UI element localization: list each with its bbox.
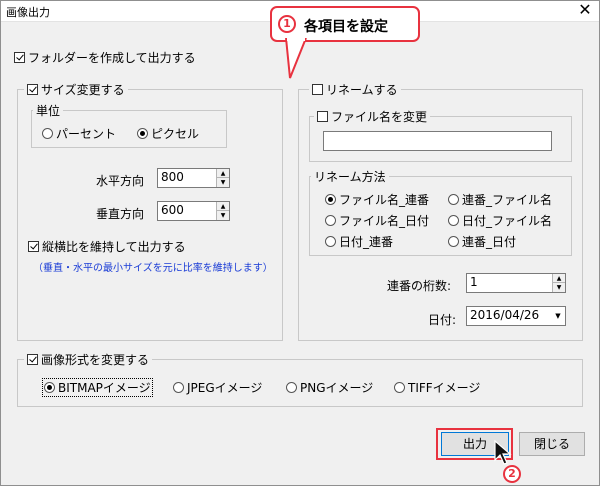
pixel-label: ピクセル <box>151 127 200 141</box>
check-icon <box>27 84 38 95</box>
filename-checkbox[interactable]: ファイル名を変更 <box>314 108 431 125</box>
unit-label: 単位 <box>33 102 64 119</box>
spin-down-icon[interactable]: ▼ <box>217 178 229 187</box>
rename-method-label: リネーム方法 <box>311 168 389 185</box>
format-checkbox[interactable]: 画像形式を変更する <box>24 351 153 368</box>
radio-icon <box>325 215 336 226</box>
option-label: BITMAPイメージ <box>58 381 151 395</box>
option-label: ファイル名_日付 <box>339 214 430 228</box>
resize-label: サイズ変更する <box>41 83 125 97</box>
format-option-jpeg[interactable]: JPEGイメージ <box>173 379 262 396</box>
radio-icon <box>42 128 53 139</box>
horizontal-spinner[interactable]: ▲ ▼ <box>216 169 229 187</box>
spin-up-icon[interactable]: ▲ <box>217 202 229 211</box>
rename-label: リネームする <box>326 83 398 97</box>
digits-label: 連番の桁数: <box>387 279 452 293</box>
horizontal-label: 水平方向 <box>96 174 145 188</box>
keep-ratio-label: 縦横比を維持して出力する <box>42 240 186 254</box>
rename-option-seq-date[interactable]: 連番_日付 <box>448 233 516 250</box>
rename-option-seq-filename[interactable]: 連番_ファイル名 <box>448 191 552 208</box>
horizontal-value: 800 <box>161 170 184 184</box>
check-icon <box>27 354 38 365</box>
option-label: JPEGイメージ <box>187 381 263 395</box>
vertical-value: 600 <box>161 203 184 217</box>
option-label: PNGイメージ <box>300 381 374 395</box>
radio-icon <box>448 215 459 226</box>
checkbox-icon <box>312 84 323 95</box>
filename-input[interactable] <box>323 131 552 151</box>
radio-selected-icon <box>325 194 336 205</box>
mouse-cursor-icon <box>494 440 512 465</box>
percent-label: パーセント <box>56 127 117 141</box>
date-value: 2016/04/26 <box>470 308 540 322</box>
keep-ratio-checkbox[interactable]: 縦横比を維持して出力する <box>28 238 186 255</box>
resize-checkbox[interactable]: サイズ変更する <box>24 81 128 98</box>
step1-number: 1 <box>278 15 296 33</box>
callout-text: 各項目を設定 <box>304 19 388 35</box>
rename-option-date-filename[interactable]: 日付_ファイル名 <box>448 212 552 229</box>
chevron-down-icon[interactable]: ▼ <box>551 307 565 325</box>
window-title: 画像出力 <box>6 6 50 19</box>
horizontal-input[interactable]: 800 ▲ ▼ <box>157 168 230 188</box>
digits-spinner[interactable]: ▲ ▼ <box>552 274 565 292</box>
format-label: 画像形式を変更する <box>41 353 150 367</box>
vertical-label: 垂直方向 <box>96 207 145 221</box>
create-folder-label: フォルダーを作成して出力する <box>28 51 196 65</box>
radio-icon <box>325 236 336 247</box>
digits-input[interactable]: 1 ▲ ▼ <box>466 273 566 293</box>
rename-option-filename-seq[interactable]: ファイル名_連番 <box>325 191 429 208</box>
check-icon <box>28 241 39 252</box>
unit-pixel-radio[interactable]: ピクセル <box>137 125 199 142</box>
close-icon[interactable]: ✕ <box>576 1 594 19</box>
spin-down-icon[interactable]: ▼ <box>553 283 565 292</box>
callout-step1: 1 各項目を設定 <box>270 6 420 42</box>
radio-icon <box>394 382 405 393</box>
radio-icon <box>448 194 459 205</box>
option-label: ファイル名_連番 <box>339 193 430 207</box>
spin-up-icon[interactable]: ▲ <box>553 274 565 283</box>
keep-ratio-note: （垂直・水平の最小サイズを元に比率を維持します） <box>33 263 273 274</box>
radio-selected-icon <box>44 382 55 393</box>
radio-selected-icon <box>137 128 148 139</box>
option-label: 日付_連番 <box>339 235 394 249</box>
radio-icon <box>173 382 184 393</box>
check-icon <box>14 52 25 63</box>
vertical-spinner[interactable]: ▲ ▼ <box>216 202 229 220</box>
format-option-png[interactable]: PNGイメージ <box>286 379 373 396</box>
rename-checkbox[interactable]: リネームする <box>309 81 401 98</box>
rename-option-filename-date[interactable]: ファイル名_日付 <box>325 212 429 229</box>
option-label: 日付_ファイル名 <box>462 214 553 228</box>
callout-tail-icon <box>285 38 307 79</box>
radio-icon <box>448 236 459 247</box>
option-label: 連番_日付 <box>462 235 517 249</box>
date-label: 日付: <box>428 313 457 327</box>
spin-up-icon[interactable]: ▲ <box>217 169 229 178</box>
spin-down-icon[interactable]: ▼ <box>217 211 229 220</box>
digits-value: 1 <box>470 275 478 289</box>
option-label: 連番_ファイル名 <box>462 193 553 207</box>
checkbox-icon <box>317 111 328 122</box>
filename-label: ファイル名を変更 <box>331 110 428 124</box>
radio-icon <box>286 382 297 393</box>
close-button[interactable]: 閉じる <box>519 432 585 456</box>
rename-option-date-seq[interactable]: 日付_連番 <box>325 233 393 250</box>
step2-number: 2 <box>503 465 521 483</box>
create-folder-checkbox[interactable]: フォルダーを作成して出力する <box>14 49 196 66</box>
option-label: TIFFイメージ <box>408 381 481 395</box>
format-option-tiff[interactable]: TIFFイメージ <box>394 379 480 396</box>
unit-percent-radio[interactable]: パーセント <box>42 125 116 142</box>
date-picker[interactable]: 2016/04/26 ▼ <box>466 306 566 326</box>
vertical-input[interactable]: 600 ▲ ▼ <box>157 201 230 221</box>
format-option-bitmap[interactable]: BITMAPイメージ <box>42 378 153 397</box>
